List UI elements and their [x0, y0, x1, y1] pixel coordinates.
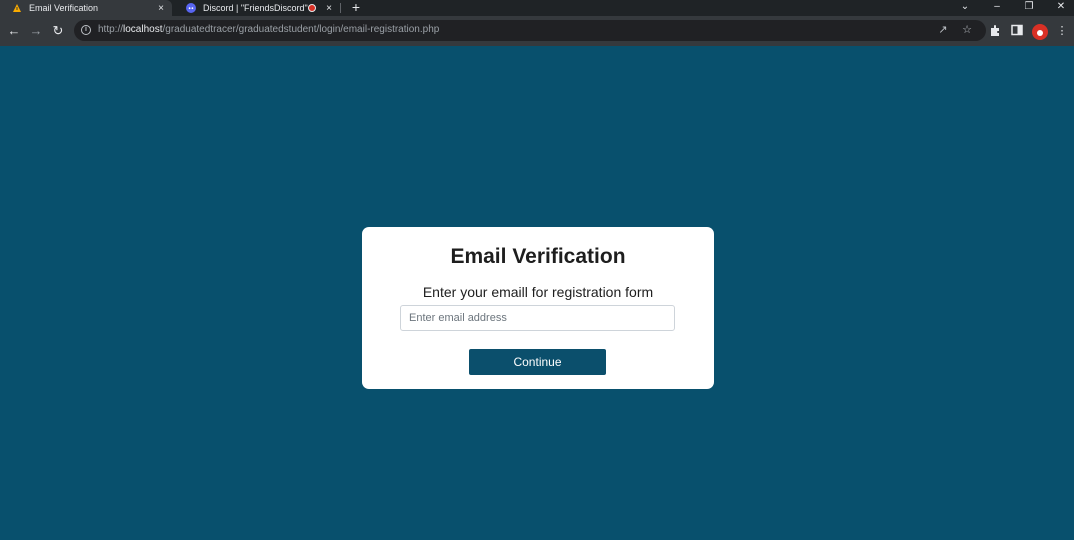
tab-email-verification[interactable]: Email Verification × — [0, 0, 172, 16]
share-icon[interactable]: ↗ — [936, 23, 950, 37]
new-tab-button[interactable]: + — [348, 0, 364, 16]
tab-search-icon[interactable]: ⌄ — [950, 0, 980, 16]
reload-icon[interactable]: ↻ — [50, 23, 66, 39]
email-input[interactable] — [400, 305, 675, 331]
tab-title: Discord | "FriendsDiscord" | / — [203, 3, 308, 13]
address-bar[interactable]: i http://localhost/graduatedtracer/gradu… — [74, 20, 986, 41]
close-tab-icon[interactable]: × — [155, 3, 167, 14]
tab-discord[interactable]: Discord | "FriendsDiscord" | / × — [174, 0, 340, 16]
profile-avatar[interactable] — [1032, 24, 1048, 40]
address-url: http://localhost/graduatedtracer/graduat… — [98, 24, 440, 35]
forward-icon[interactable]: → — [28, 23, 44, 39]
bookmark-star-icon[interactable]: ☆ — [960, 23, 974, 37]
back-icon[interactable]: ← — [6, 23, 22, 39]
recording-icon — [308, 4, 316, 12]
restore-icon[interactable]: ❐ — [1014, 0, 1044, 16]
browser-toolbar: ← → ↻ i http://localhost/graduatedtracer… — [0, 16, 1074, 46]
tab-divider — [340, 3, 341, 13]
info-icon[interactable]: i — [81, 25, 91, 35]
tab-title: Email Verification — [29, 3, 99, 13]
side-panel-icon[interactable] — [1010, 24, 1024, 38]
minimize-icon[interactable]: – — [982, 0, 1012, 16]
form-subtitle: Enter your emaill for registration form — [422, 284, 654, 300]
close-window-icon[interactable]: ✕ — [1046, 0, 1074, 16]
page-title: Email Verification — [450, 245, 626, 268]
discord-icon — [186, 3, 196, 13]
tab-strip: Email Verification × Discord | "FriendsD… — [0, 0, 1074, 16]
menu-kebab-icon[interactable]: ⋮ — [1055, 24, 1069, 38]
extensions-icon[interactable] — [988, 24, 1002, 38]
email-verification-card: Email Verification Enter your emaill for… — [362, 227, 714, 389]
continue-button[interactable]: Continue — [469, 349, 606, 375]
warning-lock-icon — [12, 3, 22, 13]
close-tab-icon[interactable]: × — [323, 3, 335, 14]
